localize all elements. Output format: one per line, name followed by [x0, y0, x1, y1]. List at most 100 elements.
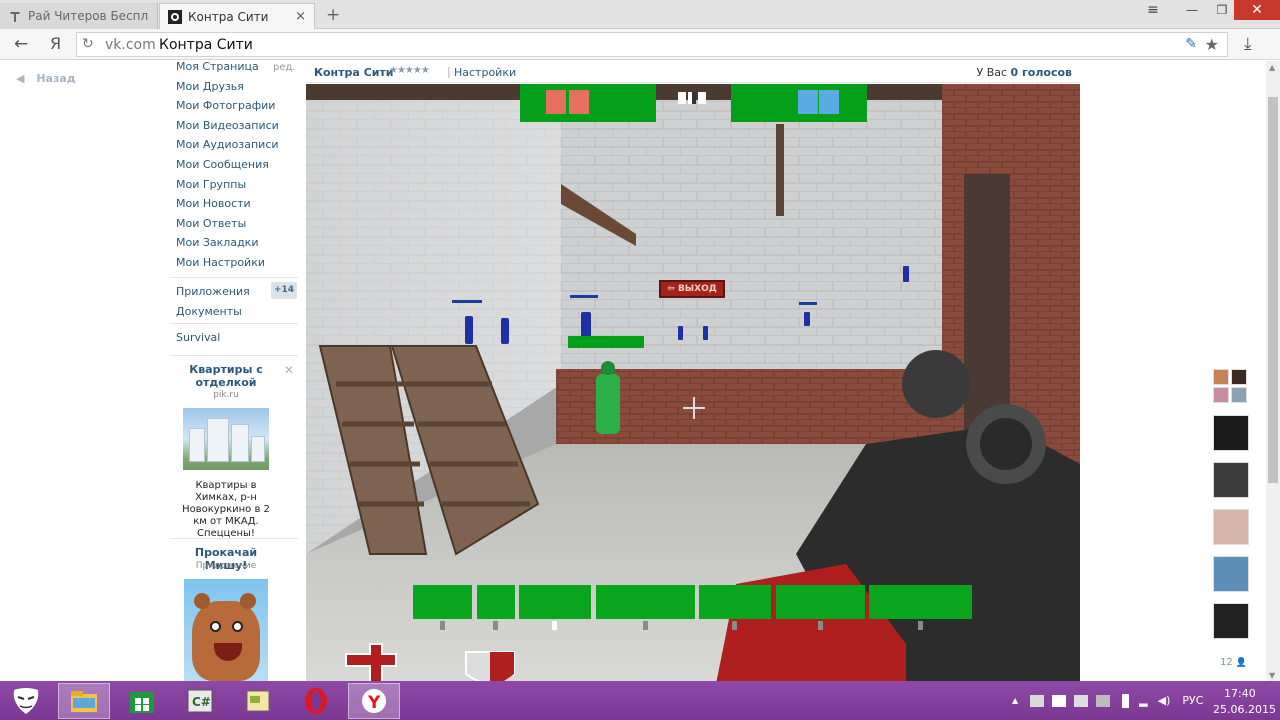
address-bar: ← Я ↻ vk.com Контра Сити ✎ ★ ⤓ [0, 29, 1280, 60]
close-window-button[interactable]: ✕ [1234, 0, 1280, 20]
reload-icon[interactable]: ↻ [82, 36, 94, 52]
team-red-score-box [569, 90, 589, 114]
restore-button[interactable]: ❐ [1208, 0, 1236, 20]
menu-icon[interactable]: ≡ [1140, 0, 1166, 20]
enemy-name-bar [452, 300, 482, 303]
windows-icon[interactable] [1052, 694, 1067, 707]
slot-indicator [918, 621, 923, 630]
input-language[interactable]: РУС [1182, 694, 1203, 707]
weapon-slot-4[interactable] [596, 585, 695, 619]
download-icon[interactable]: ⤓ [1244, 34, 1252, 54]
app-settings-link[interactable]: Настройки [454, 66, 516, 79]
ad2-subtitle: Приложение [195, 561, 257, 571]
ad2-bear-image[interactable] [184, 579, 268, 683]
teammate-health-bar [568, 336, 644, 348]
taskbar-app[interactable] [232, 683, 284, 719]
weapon-slot-5[interactable] [699, 585, 771, 619]
url-page-title: Контра Сити [159, 37, 253, 53]
weapon-slot-3[interactable] [519, 585, 591, 619]
tab-contra-city[interactable]: Контра Сити × [159, 3, 315, 29]
yandex-icon[interactable]: Я [50, 34, 61, 53]
scroll-thumb[interactable] [1268, 97, 1278, 483]
menu-item-videos[interactable]: Мои Видеозаписи [176, 119, 300, 139]
enemy-name-bar [570, 295, 598, 298]
friend-avatar[interactable] [1213, 369, 1229, 385]
friend-avatar[interactable] [1231, 369, 1247, 385]
friend-avatar[interactable] [1213, 387, 1229, 403]
url-domain: vk.com [105, 37, 156, 53]
menu-item-bookmarks[interactable]: Мои Закладки [176, 236, 300, 256]
back-link[interactable]: ◀ Назад [16, 72, 76, 85]
taskbar-opera[interactable] [290, 683, 342, 719]
ad-domain: pik.ru [213, 390, 239, 400]
round-score-icon [678, 92, 706, 104]
menu-item-documents[interactable]: Документы [176, 305, 242, 318]
app-name[interactable]: Контра Сити [314, 66, 394, 79]
taskbar-store[interactable] [116, 683, 168, 719]
action-center-icon[interactable] [1074, 694, 1089, 707]
tab-cheaters[interactable]: Рай Читеров Бесплат [0, 3, 158, 29]
friend-avatar[interactable] [1231, 387, 1247, 403]
back-link-label: Назад [36, 72, 76, 85]
weapon-slot-6[interactable] [776, 585, 865, 619]
friends-online-count[interactable]: 12 👤 [1220, 657, 1247, 668]
scroll-down-icon[interactable]: ▼ [1269, 671, 1275, 680]
friend-avatar[interactable] [1213, 415, 1249, 451]
menu-item-news[interactable]: Мои Новости [176, 197, 300, 217]
menu-item-answers[interactable]: Мои Ответы [176, 217, 300, 237]
network-icon[interactable] [1096, 694, 1111, 707]
yandex-browser-icon: Y [362, 689, 386, 713]
ad-title[interactable]: Квартиры с отделкой [184, 363, 268, 389]
menu-item-friends[interactable]: Мои Друзья [176, 80, 300, 100]
menu-item-photos[interactable]: Мои Фотографии [176, 99, 300, 119]
new-tab-button[interactable]: + [326, 5, 340, 25]
clock-time[interactable]: 17:40 [1224, 687, 1256, 700]
game-canvas[interactable]: ⇦ ВЫХОД [306, 84, 1080, 684]
scroll-up-icon[interactable]: ▲ [1269, 63, 1275, 72]
weapon-slot-7[interactable] [869, 585, 972, 619]
menu-divider [170, 355, 298, 356]
menu-item-survival[interactable]: Survival [176, 331, 220, 344]
apps-count-badge[interactable]: +14 [271, 282, 297, 299]
friend-avatar[interactable] [1213, 556, 1249, 592]
menu-item-apps[interactable]: Приложения [176, 285, 250, 298]
friend-avatar[interactable] [1213, 509, 1249, 545]
back-arrow-icon[interactable]: ← [14, 34, 28, 54]
tray-expand-icon[interactable]: ▲ [1012, 696, 1018, 705]
battery-icon[interactable] [1122, 693, 1130, 708]
menu-item-audio[interactable]: Мои Аудиозаписи [176, 138, 300, 158]
enemy-name-bar [799, 302, 817, 305]
weapon-slot-2[interactable] [477, 585, 515, 619]
votes-balance[interactable]: У Вас 0 голосов [977, 66, 1073, 79]
url-field[interactable]: ↻ vk.com Контра Сити ✎ ★ [76, 32, 1228, 57]
friend-avatar[interactable] [1213, 603, 1249, 639]
weapon-slot-1[interactable] [413, 585, 472, 619]
friend-avatar[interactable] [1213, 462, 1249, 498]
ad-text[interactable]: Квартиры в Химках, р-н Новокуркино в 2 к… [174, 480, 278, 540]
flag-icon[interactable] [1030, 694, 1045, 707]
menu-item-groups[interactable]: Мои Группы [176, 178, 300, 198]
brush-icon[interactable]: ✎ [1185, 36, 1197, 52]
team-blue-score-box [819, 90, 839, 114]
bookmark-star-icon[interactable]: ★ [1205, 35, 1219, 54]
ad-close-icon[interactable]: ✕ [284, 363, 294, 377]
person-icon: 👤 [1235, 658, 1248, 668]
clock-date[interactable]: 25.06.2015 [1213, 703, 1276, 716]
csharp-icon: C# [187, 689, 213, 713]
slot-indicator [493, 621, 498, 630]
menu-divider [170, 277, 298, 278]
menu-item-messages[interactable]: Мои Сообщения [176, 158, 300, 178]
taskbar-explorer[interactable] [58, 683, 110, 719]
edit-link[interactable]: ред. [273, 62, 296, 73]
menu-divider [170, 538, 298, 539]
tab-close-icon[interactable]: × [295, 9, 306, 24]
page-scrollbar[interactable]: ▲ ▼ [1266, 61, 1280, 682]
minimize-button[interactable]: — [1178, 0, 1206, 20]
menu-item-settings[interactable]: Мои Настройки [176, 256, 300, 276]
signal-icon[interactable]: ▂ [1139, 694, 1147, 707]
volume-icon[interactable]: ◀) [1158, 694, 1171, 707]
start-button[interactable] [0, 683, 52, 719]
taskbar-csharp[interactable]: C# [174, 683, 226, 719]
taskbar-yandex-browser[interactable]: Y [348, 683, 400, 719]
ad-image[interactable] [183, 408, 269, 470]
